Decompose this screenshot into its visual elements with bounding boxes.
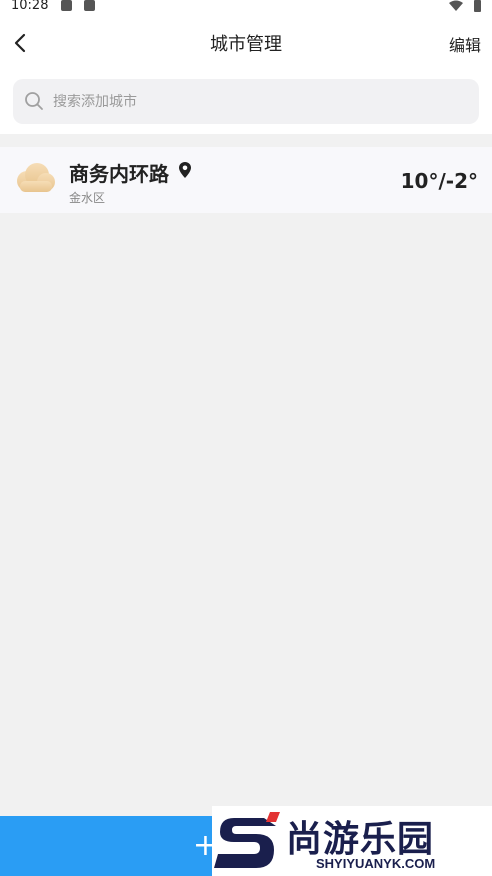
status-bar: 10:28 xyxy=(0,0,492,14)
gallery-icon xyxy=(61,0,72,11)
watermark-text: 尚游乐园 xyxy=(286,819,435,860)
status-time: 10:28 xyxy=(11,0,49,13)
search-icon xyxy=(25,92,43,110)
city-district: 金水区 xyxy=(69,191,106,205)
store-icon xyxy=(84,0,95,11)
search-box[interactable] xyxy=(13,79,479,124)
wifi-icon xyxy=(449,0,463,11)
header: 城市管理 编辑 xyxy=(0,14,492,72)
city-temperature: 10°/-2° xyxy=(400,169,478,193)
cloud-icon xyxy=(17,163,55,192)
edit-button[interactable]: 编辑 xyxy=(449,32,481,56)
city-name: 商务内环路 xyxy=(69,162,169,186)
location-pin-icon xyxy=(179,162,191,178)
watermark: 尚游乐园 SHYIYUANYK.COM xyxy=(212,806,492,876)
search-section xyxy=(0,72,492,134)
watermark-logo xyxy=(214,812,280,868)
add-city-button[interactable]: + xyxy=(0,816,226,876)
search-input[interactable] xyxy=(53,79,453,124)
watermark-url: SHYIYUANYK.COM xyxy=(316,856,436,871)
city-card[interactable]: 商务内环路 金水区 10°/-2° xyxy=(0,147,492,213)
battery-icon xyxy=(474,0,481,12)
page-title: 城市管理 xyxy=(210,34,282,55)
